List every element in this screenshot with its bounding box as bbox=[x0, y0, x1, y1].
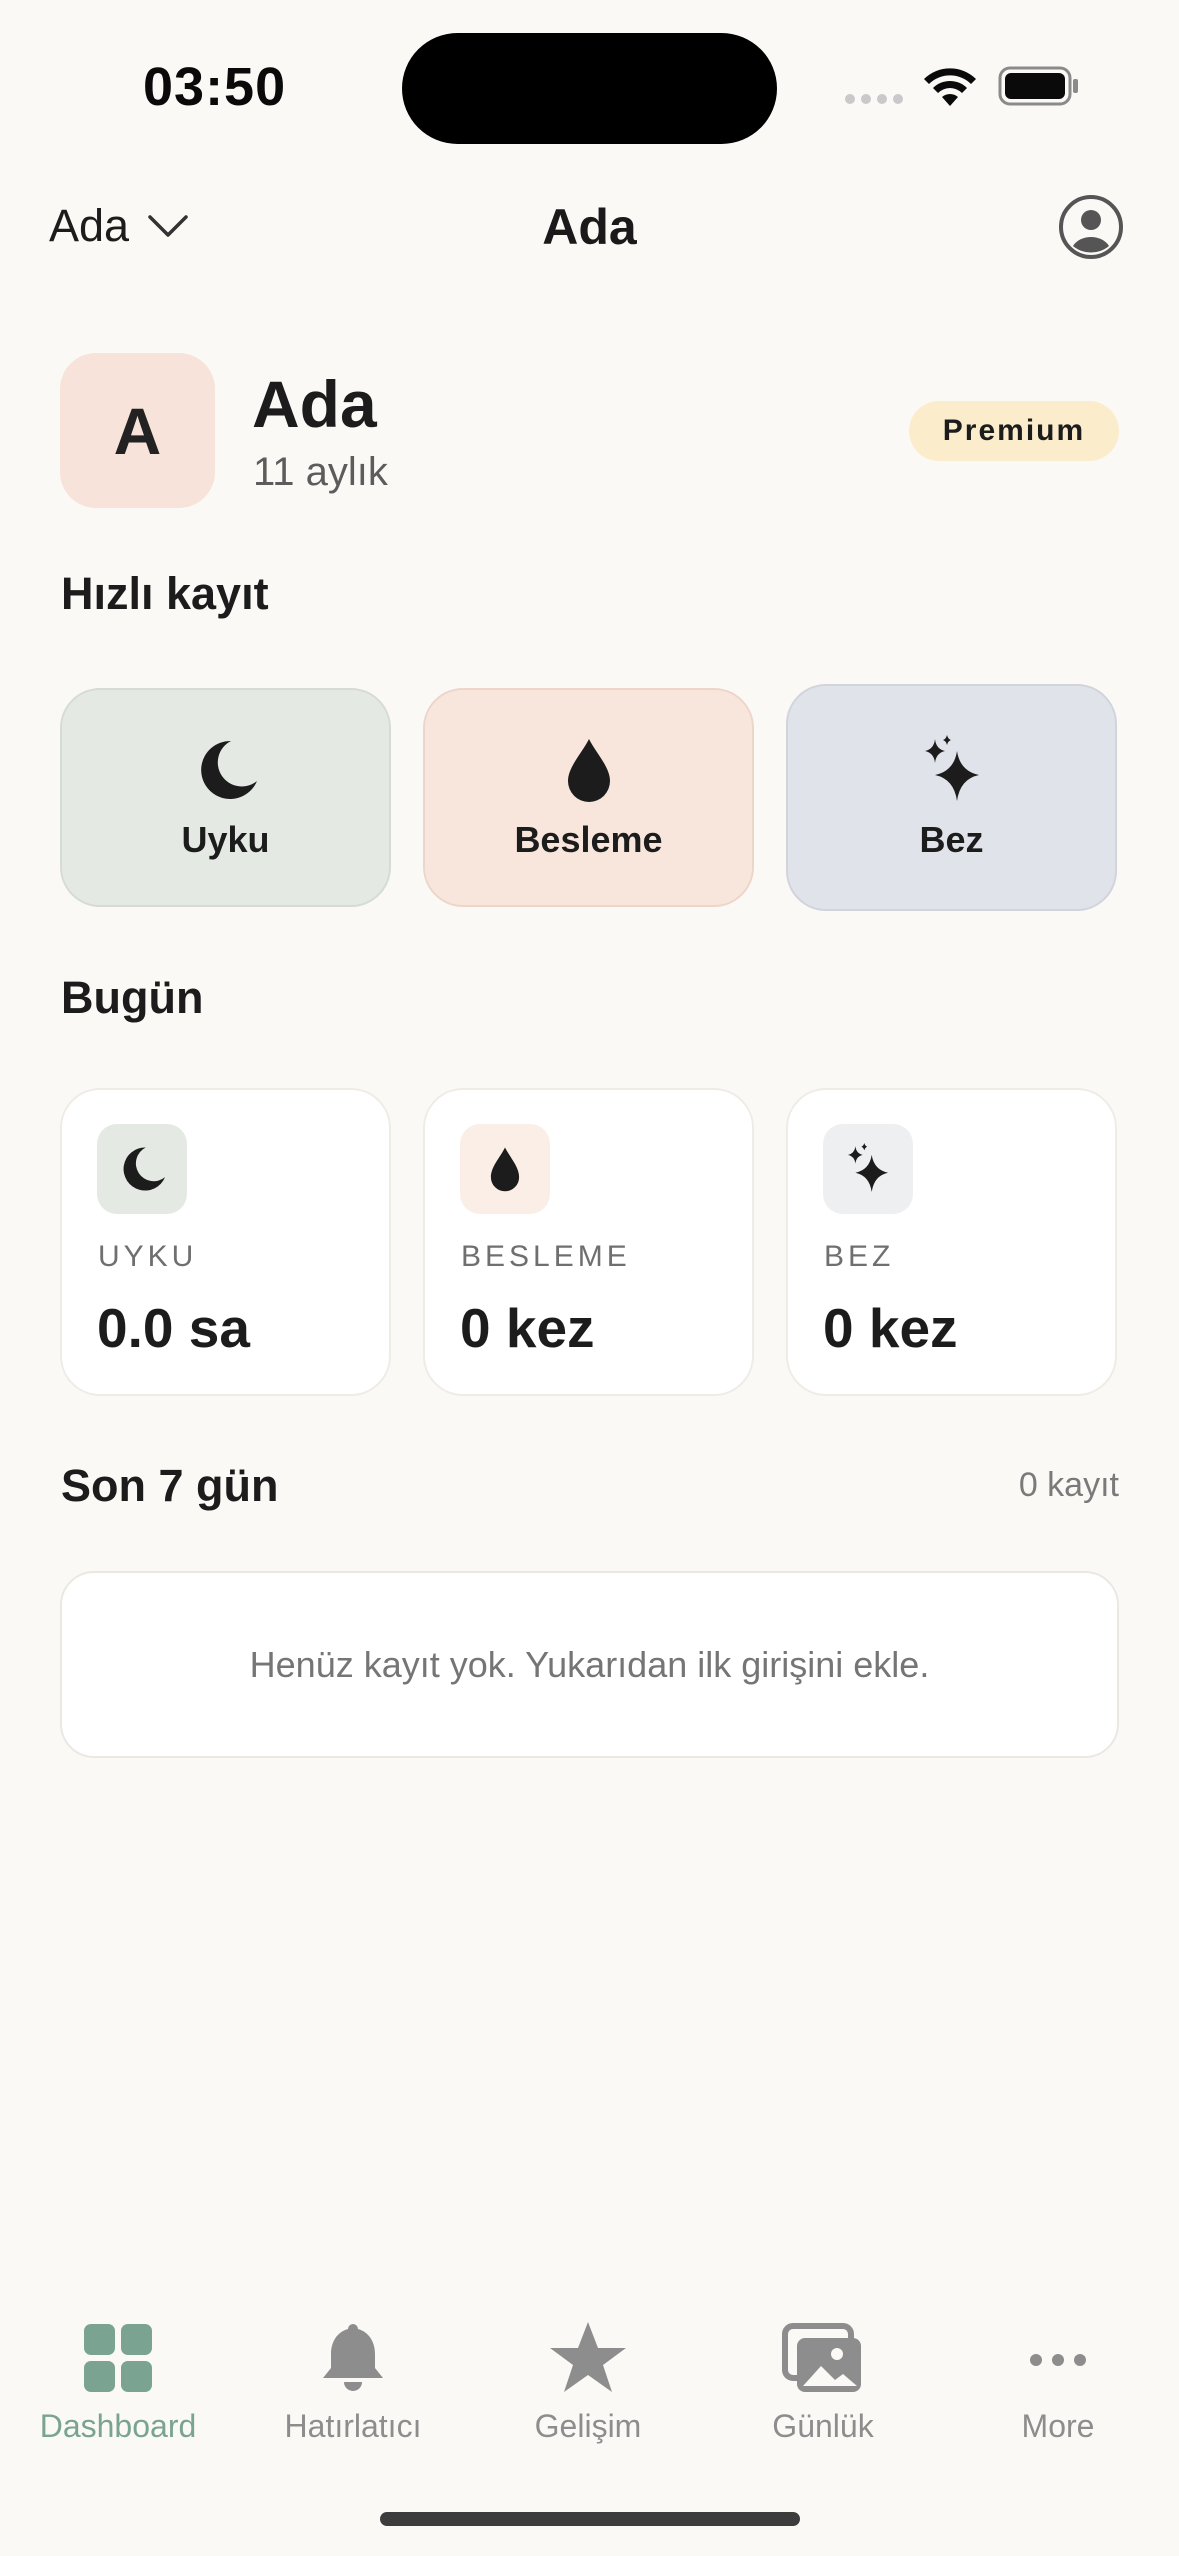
stat-value: 0.0 sa bbox=[97, 1297, 250, 1359]
quick-log-feeding-button[interactable]: Besleme bbox=[423, 688, 754, 907]
photos-icon bbox=[782, 2323, 861, 2392]
quick-log-label: Uyku bbox=[181, 818, 270, 860]
home-indicator[interactable] bbox=[380, 2512, 800, 2526]
stat-label: UYKU bbox=[98, 1240, 198, 1273]
page-title: Ada bbox=[542, 199, 637, 255]
moon-icon bbox=[200, 740, 257, 799]
child-avatar: A bbox=[60, 353, 215, 508]
child-age: 11 aylık bbox=[253, 450, 388, 494]
star-icon bbox=[550, 2322, 626, 2392]
sparkles-icon bbox=[924, 734, 979, 801]
moon-icon-tile bbox=[97, 1124, 187, 1214]
today-sleep-card[interactable]: UYKU 0.0 sa bbox=[60, 1088, 391, 1396]
tab-label: Günlük bbox=[772, 2408, 874, 2444]
cellular-signal-icon bbox=[845, 94, 903, 104]
tab-journal[interactable]: Günlük bbox=[705, 2320, 941, 2460]
empty-state-card: Henüz kayıt yok. Yukarıdan ilk girişini … bbox=[60, 1571, 1119, 1758]
drop-icon-tile bbox=[460, 1124, 550, 1214]
tab-label: Dashboard bbox=[39, 2408, 197, 2444]
tab-development[interactable]: Gelişim bbox=[470, 2320, 706, 2460]
tab-more[interactable]: More bbox=[940, 2320, 1176, 2460]
premium-badge[interactable]: Premium bbox=[909, 401, 1119, 461]
quick-log-sleep-button[interactable]: Uyku bbox=[60, 688, 391, 907]
stat-value: 0 kez bbox=[823, 1297, 958, 1359]
child-name: Ada bbox=[252, 367, 377, 441]
more-icon bbox=[1030, 2354, 1086, 2366]
stat-label: BEZ bbox=[824, 1240, 895, 1273]
battery-icon bbox=[998, 66, 1078, 106]
quick-log-title: Hızlı kayıt bbox=[61, 568, 269, 619]
tab-label: Hatırlatıcı bbox=[284, 2408, 422, 2444]
stat-value: 0 kez bbox=[460, 1297, 595, 1359]
tab-label: Gelişim bbox=[534, 2408, 642, 2444]
entry-count: 0 kayıt bbox=[1018, 1466, 1119, 1504]
quick-log-label: Besleme bbox=[514, 818, 663, 860]
last7-title: Son 7 gün bbox=[61, 1460, 279, 1511]
wifi-icon bbox=[924, 68, 976, 106]
empty-state-message: Henüz kayıt yok. Yukarıdan ilk girişini … bbox=[249, 1643, 930, 1685]
tab-dashboard[interactable]: Dashboard bbox=[0, 2320, 236, 2460]
bell-icon bbox=[323, 2324, 383, 2391]
today-diaper-card[interactable]: BEZ 0 kez bbox=[786, 1088, 1117, 1396]
today-title: Bugün bbox=[61, 972, 204, 1023]
dashboard-screen: 03:50 Ada Ada A Ada 11 aylık Premium Hız… bbox=[0, 0, 1179, 2556]
drop-icon bbox=[567, 738, 610, 802]
tab-reminders[interactable]: Hatırlatıcı bbox=[235, 2320, 471, 2460]
drop-icon bbox=[490, 1147, 520, 1192]
sparkles-icon bbox=[847, 1143, 889, 1193]
tab-label: More bbox=[1021, 2408, 1095, 2444]
profile-icon[interactable] bbox=[1058, 194, 1124, 260]
grid-icon bbox=[84, 2324, 152, 2392]
status-time: 03:50 bbox=[143, 57, 287, 117]
stat-label: BESLEME bbox=[461, 1240, 631, 1273]
dynamic-island bbox=[402, 33, 777, 144]
sparkles-icon-tile bbox=[823, 1124, 913, 1214]
moon-icon bbox=[123, 1147, 166, 1191]
quick-log-label: Bez bbox=[919, 818, 984, 860]
quick-log-diaper-button[interactable]: Bez bbox=[786, 684, 1117, 911]
today-feeding-card[interactable]: BESLEME 0 kez bbox=[423, 1088, 754, 1396]
